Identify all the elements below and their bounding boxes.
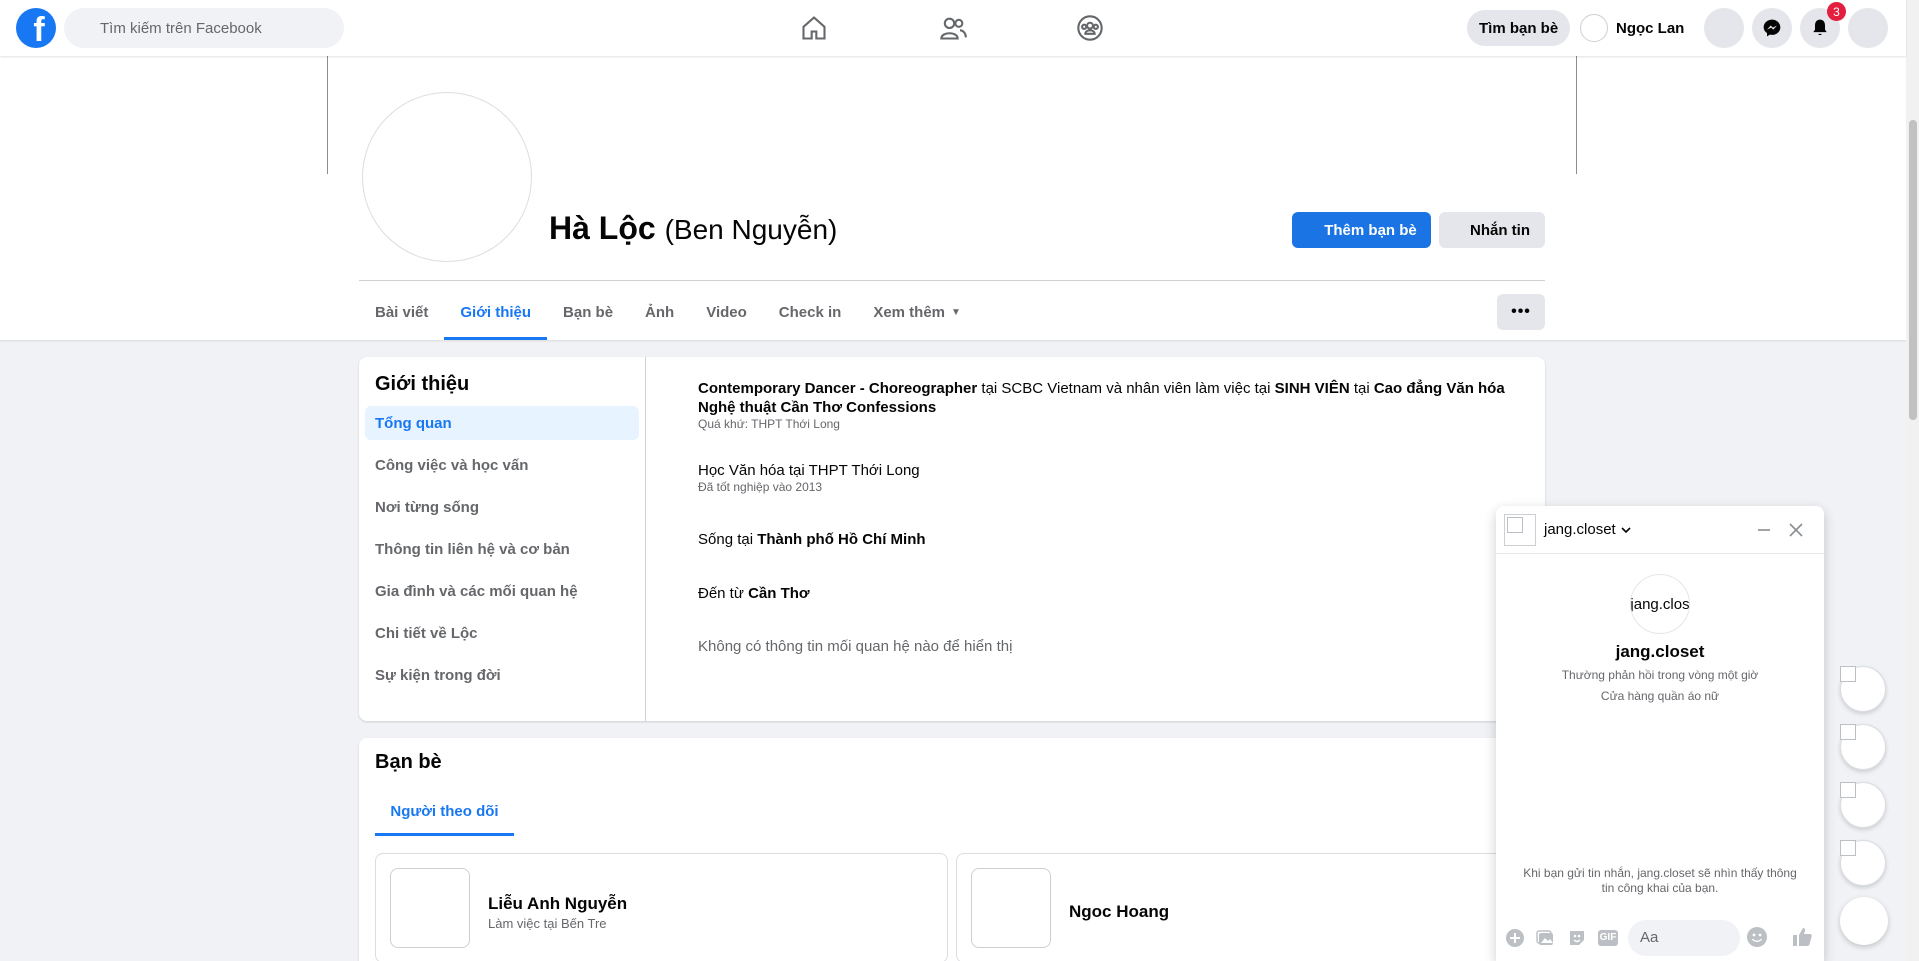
- about-nav-family[interactable]: Gia đình và các mối quan hệ: [365, 574, 639, 608]
- tab-checkins[interactable]: Check in: [763, 284, 858, 340]
- notification-badge: 3: [1827, 2, 1846, 21]
- profile-alternate-name: (Ben Nguyễn): [664, 214, 838, 245]
- lives-in-info: Sống tại Thành phố Hồ Chí Minh: [698, 531, 926, 548]
- chat-head[interactable]: [1840, 666, 1886, 712]
- more-options-button[interactable]: •••: [1497, 294, 1545, 330]
- work-organization[interactable]: SINH VIÊN: [1275, 380, 1350, 397]
- tab-followers[interactable]: Người theo dõi: [375, 786, 514, 836]
- tab-photos[interactable]: Ảnh: [629, 284, 690, 340]
- about-nav-overview[interactable]: Tổng quan: [365, 406, 639, 440]
- about-overview: Contemporary Dancer - Choreographer tại …: [698, 369, 1518, 655]
- close-icon[interactable]: [1784, 518, 1808, 542]
- top-navigation-bar: f Tìm bạn bè Ngọc Lan 3: [0, 0, 1906, 56]
- work-role[interactable]: Contemporary Dancer - Choreographer: [698, 380, 977, 397]
- notifications-button[interactable]: 3: [1800, 2, 1846, 48]
- facebook-logo-icon[interactable]: f: [16, 8, 56, 48]
- caret-down-icon: ▼: [951, 306, 961, 318]
- chat-privacy-notice: Khi bạn gửi tin nhắn, jang.closet sẽ nhì…: [1523, 866, 1797, 895]
- groups-icon[interactable]: [1072, 10, 1108, 46]
- friends-card: Bạn bè Người theo dõi Liễu Anh Nguyễn Là…: [359, 738, 1545, 961]
- education-info: Học Văn hóa tại THPT Thới Long: [698, 462, 920, 479]
- work-info: Contemporary Dancer - Choreographer tại …: [698, 380, 1505, 416]
- cover-edge: [327, 56, 328, 174]
- chat-avatar[interactable]: [1504, 514, 1536, 546]
- friend-photo[interactable]: [971, 868, 1051, 948]
- chevron-down-icon: [1621, 526, 1631, 533]
- tab-videos[interactable]: Video: [690, 284, 763, 340]
- chat-page-name[interactable]: jang.closet: [1496, 642, 1824, 662]
- friend-name[interactable]: Ngoc Hoang: [1069, 902, 1169, 922]
- message-button[interactable]: Nhắn tin: [1439, 212, 1545, 248]
- profile-name: Hà Lộc (Ben Nguyễn): [549, 210, 838, 246]
- education-sub: Đã tốt nghiệp vào 2013: [698, 480, 823, 494]
- sticker-icon[interactable]: [1566, 927, 1588, 949]
- account-icon[interactable]: [1848, 8, 1888, 48]
- chat-header: jang.closet: [1496, 506, 1824, 554]
- work-past: Quá khứ: THPT Thới Long: [698, 417, 840, 431]
- friend-tile[interactable]: Ngoc Hoang: [956, 853, 1529, 961]
- friend-subtitle: Làm việc tại Bến Tre: [488, 916, 607, 931]
- home-icon[interactable]: [796, 10, 832, 46]
- find-friends-button[interactable]: Tìm bạn bè: [1467, 10, 1571, 46]
- about-nav-details[interactable]: Chi tiết về Lộc: [365, 616, 639, 650]
- avatar: [1580, 14, 1608, 42]
- chat-head[interactable]: [1840, 724, 1886, 770]
- add-friend-button[interactable]: Thêm bạn bè: [1292, 212, 1431, 248]
- plus-circle-icon[interactable]: [1504, 927, 1526, 949]
- chat-category: Cửa hàng quần áo nữ: [1600, 689, 1720, 703]
- menu-icon[interactable]: [1704, 8, 1744, 48]
- about-nav-work-education[interactable]: Công việc và học vấn: [365, 448, 639, 482]
- tab-about[interactable]: Giới thiệu: [444, 284, 547, 340]
- like-icon[interactable]: [1790, 925, 1814, 949]
- about-nav-life-events[interactable]: Sự kiện trong đời: [365, 658, 639, 692]
- hometown-place[interactable]: Cần Thơ: [748, 585, 810, 602]
- search-box[interactable]: [64, 8, 344, 48]
- divider: [359, 280, 1545, 281]
- friend-name[interactable]: Liễu Anh Nguyễn: [488, 894, 627, 914]
- chat-head[interactable]: [1840, 782, 1886, 828]
- lives-in-place[interactable]: Thành phố Hồ Chí Minh: [757, 531, 925, 548]
- chat-response-time: Thường phản hồi trong vòng một giờ: [1561, 668, 1759, 682]
- messenger-icon[interactable]: [1752, 8, 1792, 48]
- profile-picture[interactable]: [362, 92, 532, 262]
- scrollbar-thumb[interactable]: [1909, 120, 1917, 420]
- chat-window: jang.closet jang.clos jang.closet Thường…: [1496, 506, 1824, 961]
- search-input[interactable]: [100, 19, 320, 37]
- chat-composer: GIF: [1496, 914, 1824, 961]
- user-name: Ngọc Lan: [1616, 19, 1685, 37]
- friends-title[interactable]: Bạn bè: [375, 751, 442, 774]
- about-title: Giới thiệu: [375, 373, 470, 395]
- friend-photo[interactable]: [390, 868, 470, 948]
- chat-profile-avatar[interactable]: jang.clos: [1630, 574, 1690, 634]
- profile-tabs: Bài viết Giới thiệu Bạn bè Ảnh Video Che…: [359, 284, 977, 340]
- profile-header: Hà Lộc (Ben Nguyễn) Thêm bạn bè Nhắn tin…: [0, 56, 1906, 340]
- work-company[interactable]: SCBC Vietnam: [1001, 380, 1102, 397]
- new-message-button[interactable]: [1840, 897, 1888, 945]
- profile-chip[interactable]: Ngọc Lan: [1580, 10, 1684, 46]
- tab-posts[interactable]: Bài viết: [359, 284, 444, 340]
- friends-icon[interactable]: [935, 10, 971, 46]
- photo-icon[interactable]: [1535, 927, 1557, 949]
- minimize-icon[interactable]: [1752, 518, 1776, 542]
- cover-edge: [1576, 56, 1577, 174]
- about-nav-places-lived[interactable]: Nơi từng sống: [365, 490, 639, 524]
- about-card: Giới thiệu Tổng quan Công việc và học vấ…: [359, 357, 1545, 721]
- chat-title: jang.closet: [1544, 521, 1616, 538]
- hometown-info: Đến từ Cần Thơ: [698, 585, 810, 602]
- about-sidebar: Giới thiệu Tổng quan Công việc và học vấ…: [359, 357, 646, 721]
- emoji-icon[interactable]: [1746, 926, 1768, 948]
- tab-friends[interactable]: Bạn bè: [547, 284, 629, 340]
- friend-tile[interactable]: Liễu Anh Nguyễn Làm việc tại Bến Tre: [375, 853, 948, 961]
- gif-icon[interactable]: GIF: [1597, 927, 1619, 949]
- tab-more-label: Xem thêm: [873, 303, 946, 321]
- bell-icon: [1813, 19, 1827, 36]
- about-nav-contact-basic[interactable]: Thông tin liên hệ và cơ bản: [365, 532, 639, 566]
- tab-more[interactable]: Xem thêm ▼: [857, 284, 977, 340]
- scrollbar[interactable]: [1906, 0, 1919, 961]
- relationship-info: Không có thông tin mối quan hệ nào để hi…: [698, 638, 1013, 655]
- message-input[interactable]: [1628, 919, 1740, 956]
- chat-head[interactable]: [1840, 840, 1886, 886]
- chat-title-button[interactable]: jang.closet: [1544, 521, 1632, 538]
